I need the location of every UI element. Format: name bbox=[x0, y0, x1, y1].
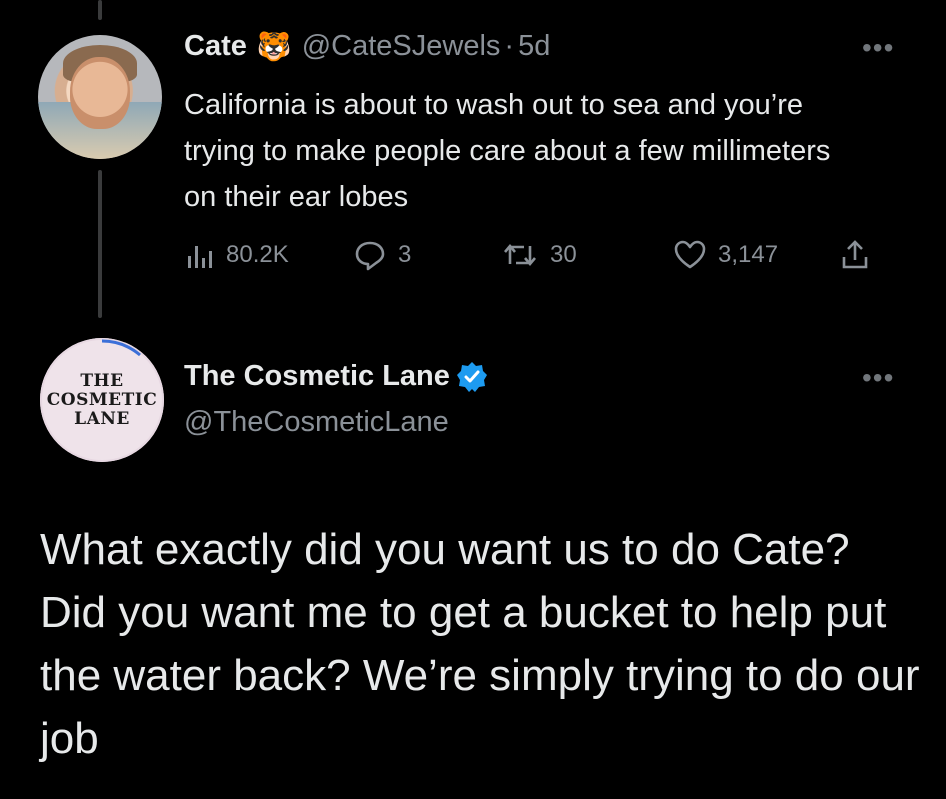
analytics-icon bbox=[188, 246, 212, 268]
reply-count: 3 bbox=[398, 241, 412, 268]
thread-connector-top bbox=[98, 0, 102, 20]
like-action[interactable]: 3,147 bbox=[674, 240, 840, 270]
reply-body: What exactly did you want us to do Cate?… bbox=[40, 525, 920, 763]
author-handle[interactable]: @CateSJewels bbox=[302, 30, 501, 63]
more-options-icon[interactable]: ••• bbox=[862, 32, 894, 64]
reply-icon bbox=[355, 241, 385, 271]
avatar-cate[interactable] bbox=[38, 35, 162, 159]
reply-header: The Cosmetic Lane bbox=[184, 360, 488, 393]
tiger-emoji-icon: 🐯 bbox=[256, 31, 292, 62]
author-name[interactable]: The Cosmetic Lane bbox=[184, 360, 450, 393]
reply-action[interactable]: 3 bbox=[354, 239, 502, 271]
tweet-body: California is about to wash out to sea a… bbox=[184, 89, 831, 213]
tweet-header: Cate 🐯 @CateSJewels · 5d bbox=[184, 30, 550, 63]
avatar-the-cosmetic-lane[interactable]: THE COSMETIC LANE bbox=[40, 338, 164, 462]
retweet-count: 30 bbox=[550, 241, 577, 268]
like-count: 3,147 bbox=[718, 241, 779, 268]
more-options-icon[interactable]: ••• bbox=[862, 362, 894, 394]
heart-icon bbox=[674, 240, 706, 269]
retweet-action[interactable]: 30 bbox=[502, 240, 674, 270]
tweet-age[interactable]: 5d bbox=[518, 30, 550, 63]
author-name[interactable]: Cate bbox=[184, 30, 247, 63]
views-count: 80.2K bbox=[226, 241, 289, 268]
views-action[interactable]: 80.2K bbox=[184, 240, 354, 270]
author-handle[interactable]: @TheCosmeticLane bbox=[184, 406, 449, 439]
share-icon bbox=[842, 240, 868, 269]
separator-dot: · bbox=[504, 30, 515, 62]
retweet-icon bbox=[504, 243, 536, 267]
progress-ring-icon bbox=[101, 339, 141, 357]
thread-connector bbox=[98, 170, 102, 318]
verified-badge-icon bbox=[456, 361, 487, 392]
share-action[interactable] bbox=[840, 239, 870, 271]
tweet-actions: 80.2K 3 30 3,147 bbox=[184, 230, 884, 280]
